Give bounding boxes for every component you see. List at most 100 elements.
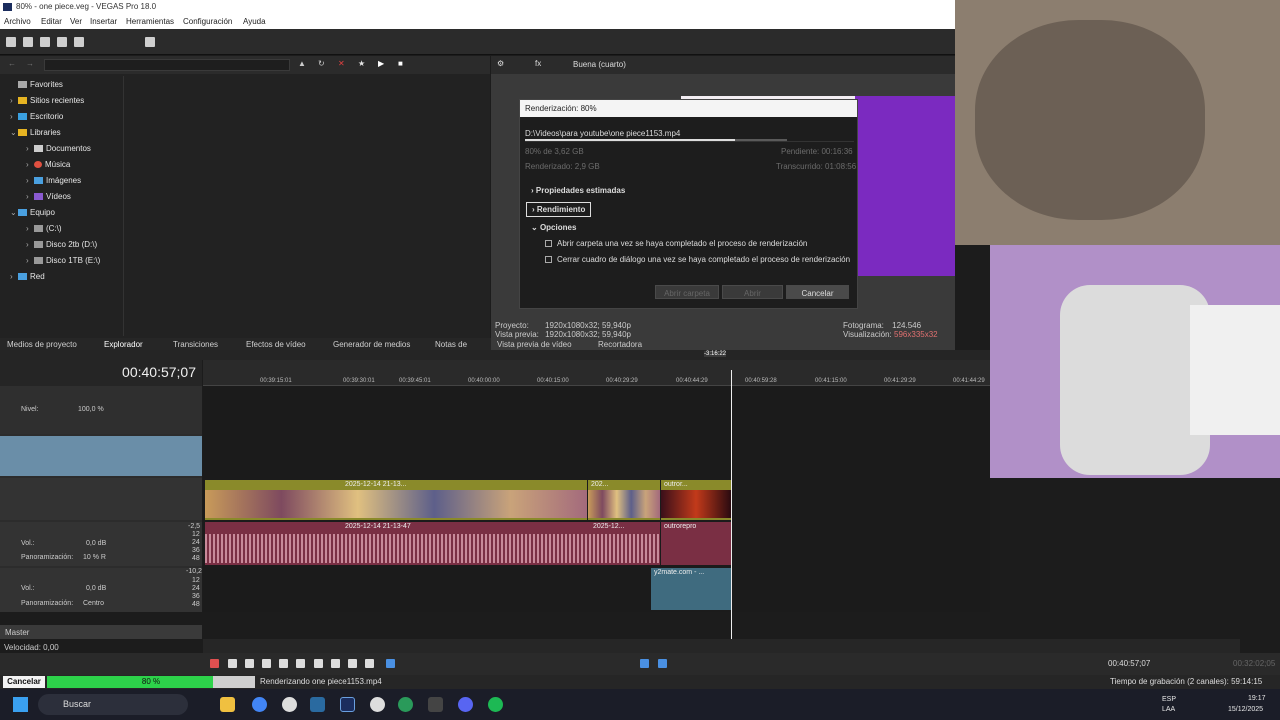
loop-icon[interactable] bbox=[228, 659, 237, 668]
tree-item-desktop[interactable]: › Escritorio bbox=[10, 112, 63, 121]
stop-icon[interactable] bbox=[296, 659, 305, 668]
tree-item-videos[interactable]: › Vídeos bbox=[26, 192, 71, 201]
gear-icon[interactable] bbox=[74, 37, 84, 47]
checkbox[interactable] bbox=[545, 240, 552, 247]
tree-item-libraries[interactable]: ⌄ Libraries bbox=[10, 128, 61, 137]
video-clip[interactable]: outror... bbox=[661, 480, 731, 520]
webcam-subject bbox=[975, 20, 1205, 220]
delete-icon[interactable]: ✕ bbox=[338, 59, 345, 68]
tab-notes[interactable]: Notas de bbox=[435, 340, 467, 349]
spotify-icon[interactable] bbox=[488, 697, 503, 712]
play-icon[interactable] bbox=[262, 659, 271, 668]
track-header-2[interactable] bbox=[0, 436, 202, 476]
taskbar-search[interactable]: Buscar bbox=[38, 694, 188, 715]
checkbox[interactable] bbox=[545, 256, 552, 263]
preview-quality-select[interactable]: Buena (cuarto) bbox=[573, 60, 626, 69]
menu-editar[interactable]: Editar bbox=[41, 17, 62, 26]
app-icon[interactable] bbox=[428, 697, 443, 712]
discord-icon[interactable] bbox=[458, 697, 473, 712]
tree-item-network[interactable]: › Red bbox=[10, 272, 45, 281]
menu-archivo[interactable]: Archivo bbox=[4, 17, 31, 26]
tree-item-e-drive[interactable]: › Disco 1TB (E:\) bbox=[26, 256, 100, 265]
auto-crossfade-icon[interactable] bbox=[640, 659, 649, 668]
undo-icon[interactable] bbox=[145, 37, 155, 47]
timeline-ruler[interactable]: 00:39:15:01 00:39:30:01 00:39:45:01 00:4… bbox=[203, 360, 990, 386]
open-folder-button[interactable]: Abrir carpeta bbox=[655, 285, 719, 299]
folder-up-icon[interactable]: ▲ bbox=[298, 59, 306, 68]
audio-clip[interactable]: y2mate.com - ... bbox=[651, 568, 731, 610]
video-clip[interactable]: 2025-12-14 21-13... bbox=[205, 480, 587, 520]
option-open-folder[interactable]: Abrir carpeta una vez se haya completado… bbox=[545, 239, 807, 248]
menu-ver[interactable]: Ver bbox=[70, 17, 82, 26]
open-folder-icon[interactable] bbox=[23, 37, 33, 47]
tree-item-computer[interactable]: ⌄ Equipo bbox=[10, 208, 55, 217]
section-options[interactable]: ⌄ Opciones bbox=[531, 223, 576, 232]
back-arrow-icon[interactable]: ← bbox=[8, 59, 16, 68]
section-estimated-properties[interactable]: › Propiedades estimadas bbox=[531, 186, 625, 195]
tab-explorer[interactable]: Explorador bbox=[104, 340, 143, 349]
track-header-1[interactable]: Nivel: 100,0 % bbox=[0, 386, 202, 434]
track-header-3[interactable] bbox=[0, 478, 202, 520]
audio-clip[interactable]: 2025-12-14 21-13-47 2025-12... bbox=[205, 522, 660, 565]
tab-trimmer[interactable]: Recortadora bbox=[598, 340, 642, 349]
refresh-icon[interactable]: ↻ bbox=[318, 59, 325, 68]
record-icon[interactable] bbox=[210, 659, 219, 668]
tab-video-preview[interactable]: Vista previa de vídeo bbox=[497, 340, 572, 349]
tree-item-images[interactable]: › Imágenes bbox=[26, 176, 81, 185]
playhead[interactable] bbox=[731, 370, 732, 640]
tab-media-generators[interactable]: Generador de medios bbox=[333, 340, 410, 349]
tree-item-music[interactable]: › Música bbox=[26, 160, 70, 169]
tab-video-fx[interactable]: Efectos de vídeo bbox=[246, 340, 306, 349]
go-to-start-icon[interactable] bbox=[314, 659, 323, 668]
new-file-icon[interactable] bbox=[6, 37, 16, 47]
section-performance[interactable]: › Rendimiento bbox=[526, 202, 592, 217]
tree-item-d-drive[interactable]: › Disco 2tb (D:\) bbox=[26, 240, 97, 249]
pause-icon[interactable] bbox=[279, 659, 288, 668]
option-close-dialog[interactable]: Cerrar cuadro de diálogo una vez se haya… bbox=[545, 255, 850, 264]
open-button[interactable]: Abrir bbox=[722, 285, 783, 299]
fx-icon[interactable]: fx bbox=[535, 59, 541, 68]
tree-item-recent[interactable]: › Sitios recientes bbox=[10, 96, 84, 105]
steam-icon[interactable] bbox=[310, 697, 325, 712]
tab-project-media[interactable]: Medios de proyecto bbox=[7, 340, 77, 349]
tab-transitions[interactable]: Transiciones bbox=[173, 340, 218, 349]
tree-item-favorites[interactable]: Favorites bbox=[10, 80, 63, 89]
chrome-icon[interactable] bbox=[252, 697, 267, 712]
path-input[interactable] bbox=[44, 59, 290, 71]
star-icon[interactable]: ★ bbox=[358, 59, 365, 68]
menu-herramientas[interactable]: Herramientas bbox=[126, 17, 174, 26]
timeline-tracks[interactable]: 2025-12-14 21-13... 202... outror... 202… bbox=[203, 386, 990, 612]
tree-item-c-drive[interactable]: › (C:\) bbox=[26, 224, 62, 233]
forward-arrow-icon[interactable]: → bbox=[26, 59, 34, 68]
go-to-end-icon[interactable] bbox=[331, 659, 340, 668]
master-bus[interactable]: Master bbox=[0, 625, 202, 639]
xbox-icon[interactable] bbox=[398, 697, 413, 712]
video-clip[interactable]: 202... bbox=[588, 480, 660, 520]
gear-icon[interactable]: ⚙ bbox=[497, 59, 504, 68]
next-frame-icon[interactable] bbox=[365, 659, 374, 668]
cancel-button[interactable]: Cancelar bbox=[786, 285, 849, 299]
menu-configuracion[interactable]: Configuración bbox=[183, 17, 232, 26]
tree-item-documents[interactable]: › Documentos bbox=[26, 144, 91, 153]
cancel-render-button[interactable]: Cancelar bbox=[3, 676, 45, 688]
audio-track-header-2[interactable]: Vol.: 0,0 dB Panoramización: Centro -10,… bbox=[0, 568, 202, 612]
previous-frame-icon[interactable] bbox=[348, 659, 357, 668]
menu-ayuda[interactable]: Ayuda bbox=[243, 17, 266, 26]
audio-clip[interactable]: outrorepro bbox=[661, 522, 731, 565]
snapping-icon[interactable] bbox=[386, 659, 395, 668]
save-icon[interactable] bbox=[40, 37, 50, 47]
settings-icon[interactable] bbox=[282, 697, 297, 712]
audio-track-header-1[interactable]: Vol.: 0,0 dB Panoramización: 10 % R -2,5… bbox=[0, 522, 202, 566]
play-from-start-icon[interactable] bbox=[245, 659, 254, 668]
windows-start-icon[interactable] bbox=[13, 697, 28, 712]
file-explorer-icon[interactable] bbox=[220, 697, 235, 712]
play-icon[interactable]: ▶ bbox=[378, 59, 384, 68]
save-as-icon[interactable] bbox=[57, 37, 67, 47]
folder-tree: Favorites › Sitios recientes › Escritorio … bbox=[0, 76, 124, 336]
vegas-app-icon[interactable] bbox=[340, 697, 355, 712]
obs-icon[interactable] bbox=[370, 697, 385, 712]
edit-tool-icon[interactable] bbox=[658, 659, 667, 668]
menu-insertar[interactable]: Insertar bbox=[90, 17, 117, 26]
stop-icon[interactable]: ■ bbox=[398, 59, 403, 68]
timeline-scrollbar[interactable] bbox=[203, 639, 1240, 653]
